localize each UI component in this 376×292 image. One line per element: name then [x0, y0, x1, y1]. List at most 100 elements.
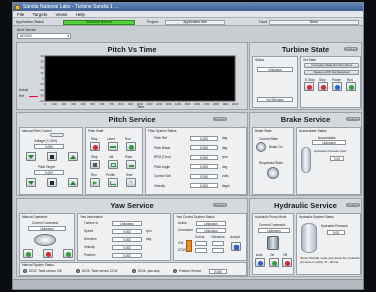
- state-permission-button[interactable]: Increases State Not Permitted: [304, 63, 359, 68]
- pitch-field-unit: deg: [222, 145, 228, 150]
- x-tick-label: 400: [81, 102, 86, 106]
- voltage-up-button[interactable]: [68, 152, 78, 161]
- rotate-left-icon: [25, 251, 31, 257]
- yaw-info-label-item: Speed: [84, 229, 94, 233]
- project-label: Project: [147, 20, 158, 24]
- stop-icon: [92, 144, 98, 150]
- pitch-field-value: 0.000: [190, 154, 218, 160]
- pitch-sine-button[interactable]: ∿: [126, 178, 136, 187]
- hydraulic-service-toggle[interactable]: Disabled: [346, 203, 360, 207]
- app-status-value: Software Normal: [63, 19, 135, 25]
- drive-service-select[interactable]: AC2000 ▾: [17, 33, 71, 39]
- y-tick-label: 30: [40, 60, 44, 64]
- pitch-pitch-button[interactable]: [126, 160, 136, 169]
- yaw-current-command-label: Current Command: [32, 221, 59, 225]
- estop-button[interactable]: [304, 82, 314, 91]
- x-tick-label: 1200: [156, 102, 163, 106]
- x-tick-label: 200: [62, 102, 67, 106]
- init-icon: [110, 163, 116, 167]
- pitch-field-label: RPM (Turn): [154, 155, 171, 159]
- pitch-target-input[interactable]: 0.000: [34, 170, 64, 175]
- menu-bar: File Targets Views Help: [13, 11, 363, 18]
- accept-button[interactable]: [231, 242, 241, 251]
- voltage-stop-button[interactable]: [47, 152, 57, 161]
- brake-request-dial[interactable]: [267, 167, 279, 179]
- stop-square-icon: [50, 181, 54, 185]
- pitch-state-label: Pitch State: [88, 129, 104, 133]
- pitch-profile-button[interactable]: [108, 178, 118, 187]
- interval-item-yaw-stop: DIG4: yaw stop: [138, 269, 160, 273]
- led-twist-ccw: [76, 269, 80, 273]
- menu-file[interactable]: File: [17, 12, 24, 17]
- x-tick-label: 1400: [175, 102, 182, 106]
- cw-cutout-field[interactable]: [195, 241, 207, 246]
- menu-targets[interactable]: Targets: [32, 12, 47, 17]
- pitch-level-button[interactable]: [108, 142, 118, 151]
- pitch-chart: 0 100 200 300 400 500 600 700 800 900 1000 1100 1200…: [39, 54, 238, 106]
- brake-service-toggle[interactable]: Disabled: [346, 117, 360, 121]
- yaw-stop-button[interactable]: [43, 249, 53, 258]
- pitch-stop-2-button[interactable]: [90, 160, 100, 169]
- arrow-down-icon: [28, 155, 34, 159]
- stop-button[interactable]: [318, 82, 328, 91]
- pump-action-off-label: Off: [283, 253, 288, 257]
- hydraulic-pressure-value: 0.00: [327, 230, 345, 235]
- ccw-cutout-field[interactable]: [195, 248, 207, 253]
- pump-action-on-label: On: [270, 253, 275, 257]
- pitch-field-unit: rpm: [222, 155, 228, 159]
- pitch-field-unit: deg: [222, 136, 228, 140]
- manual-pitch-toggle[interactable]: [50, 133, 64, 137]
- yaw-cw-button[interactable]: [63, 249, 73, 258]
- pump-auto-button[interactable]: [255, 258, 265, 267]
- accumulator-status-label: Accumulator Status: [299, 129, 327, 133]
- target-set-button[interactable]: [47, 178, 57, 187]
- stop-square-icon: [50, 155, 54, 159]
- pause-button[interactable]: [332, 82, 342, 91]
- hos-status-button[interactable]: System HOS Not Required: [304, 70, 359, 75]
- pitch-stop-button[interactable]: [90, 142, 100, 151]
- hydraulic-note: *Enter PAUSE mode and check the hydrauli…: [300, 256, 360, 264]
- pitch-init-button[interactable]: [108, 160, 118, 169]
- project-value: Application title: [165, 19, 225, 25]
- brake-state-group: Brake State Current State Brake On Reque…: [252, 127, 294, 195]
- pitch-field-value: 0.000: [190, 164, 218, 169]
- menu-help[interactable]: Help: [76, 12, 85, 17]
- yaw-info-value: 0.000: [112, 236, 142, 242]
- estop-icon: [306, 84, 312, 90]
- y-tick-label: -10: [39, 82, 43, 86]
- turbine-mode-select[interactable]: No Services: [257, 97, 293, 102]
- turbine-status-value: Unknown: [257, 67, 293, 72]
- pitch-service-panel: Pitch Service Disabled Manual Pitch Cont…: [16, 112, 248, 196]
- pump-off-button[interactable]: [282, 258, 292, 267]
- app-icon: [15, 4, 20, 10]
- voltage-down-button[interactable]: [26, 152, 36, 161]
- rotate-right-icon: [65, 251, 71, 257]
- pump-on-button[interactable]: [269, 258, 279, 267]
- power-on-icon: [271, 260, 277, 266]
- profile-icon: [110, 181, 116, 185]
- level-icon: [110, 146, 116, 148]
- brake-current-state-value: Brake On: [269, 145, 283, 149]
- pitch-service-toggle[interactable]: Disabled: [213, 117, 227, 121]
- menu-views[interactable]: Views: [55, 12, 67, 17]
- ccw-tolerance-field[interactable]: [212, 248, 224, 253]
- target-down-button[interactable]: [26, 178, 36, 187]
- mode-label-profile: Profile: [106, 173, 116, 177]
- turbine-status-group: Status Unknown No Services: [252, 56, 298, 108]
- x-tick-label: 600: [100, 102, 105, 106]
- yaw-info-label-item: Position: [84, 253, 96, 257]
- set-state-label: Set State: [303, 58, 317, 62]
- run-button[interactable]: [346, 82, 356, 91]
- yaw-service-toggle[interactable]: Disabled: [213, 203, 227, 207]
- interval-item-twist-ccw: DIG3: Twist sensor CCW: [82, 269, 118, 273]
- cw-tolerance-field[interactable]: [212, 241, 224, 246]
- pitch-run-button[interactable]: [126, 142, 136, 151]
- stop-icon: [45, 251, 51, 257]
- yaw-info-unit: rpm: [146, 229, 152, 233]
- yaw-ccw-button[interactable]: [23, 249, 33, 258]
- turbine-state-toggle[interactable]: Disabled: [344, 47, 358, 51]
- target-up-button[interactable]: [68, 178, 78, 187]
- pitch-run-2-button[interactable]: [90, 178, 100, 187]
- voltage-input[interactable]: 0.000: [34, 144, 64, 149]
- power-off-icon: [284, 260, 290, 266]
